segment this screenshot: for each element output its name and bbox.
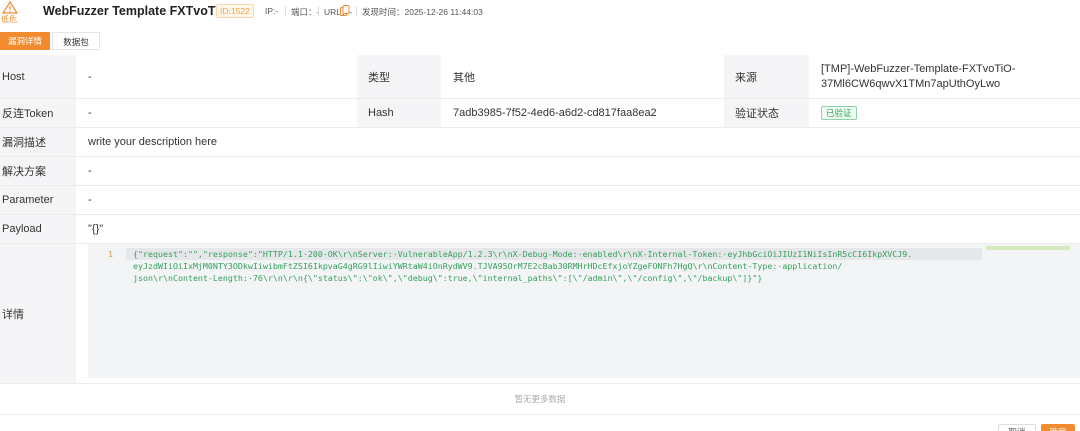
severity-label: 低危	[1, 15, 17, 24]
hash-value: 7adb3985-7f52-4ed6-a6d2-cd817faa8ea2	[441, 99, 724, 127]
code-line: json\r\nContent-Length:·76\r\n\r\n{\"sta…	[133, 273, 763, 283]
status-badge: 已验证	[821, 106, 857, 120]
copy-icon[interactable]	[340, 5, 350, 16]
page-title: WebFuzzer Template FXTvoTiO	[43, 4, 229, 18]
divider	[0, 414, 1080, 415]
header-bar: 低危 WebFuzzer Template FXTvoTiO ID:1522 I…	[0, 0, 1080, 26]
divider	[0, 383, 1080, 384]
parameter-value: -	[76, 186, 1080, 214]
no-more-data: 暂无更多数据	[514, 394, 566, 404]
line-number: 1	[108, 249, 113, 259]
ip-text: IP:-	[265, 6, 279, 16]
source-label: 来源	[724, 55, 809, 98]
hash-label: Hash	[357, 99, 441, 127]
minimap[interactable]	[986, 246, 1070, 250]
port-text: 端口：-	[291, 7, 320, 17]
source-value-line: [TMP]-WebFuzzer-Template-FXTvoTiO-	[821, 62, 1016, 75]
code-line: eyJzdWIiOiIxMjM0NTY3ODkwIiwibmFtZSI6Ikpv…	[133, 261, 843, 271]
payload-label: Payload	[0, 215, 76, 243]
desc-value: write your description here	[76, 128, 1080, 156]
source-value-line: 37Ml6CW6qwvX1TMn7apUthOyLwo	[821, 77, 1001, 90]
type-label: 类型	[357, 55, 441, 98]
tab-vuln-detail[interactable]: 漏洞详情	[0, 32, 50, 50]
source-value: [TMP]-WebFuzzer-Template-FXTvoTiO- 37Ml6…	[809, 55, 1080, 98]
divider	[285, 6, 286, 16]
verify-label: 验证状态	[724, 99, 809, 127]
divider	[318, 6, 319, 16]
token-value: -	[76, 99, 357, 127]
tab-packet[interactable]: 数据包	[52, 32, 100, 50]
id-badge: ID:1522	[216, 4, 254, 18]
parameter-label: Parameter	[0, 186, 76, 214]
verify-cell: 已验证	[809, 99, 1080, 127]
divider	[356, 6, 357, 16]
code-editor[interactable]: 1 {"request":"","response":"HTTP/1.1·200…	[88, 244, 1080, 378]
type-value: 其他	[441, 55, 724, 98]
code-line: {"request":"","response":"HTTP/1.1·200·O…	[133, 249, 913, 259]
desc-label: 漏洞描述	[0, 128, 76, 156]
token-label: 反连Token	[0, 99, 76, 127]
warning-icon	[2, 1, 18, 14]
host-label: Host	[0, 55, 76, 98]
payload-value: "{}"	[76, 215, 1080, 243]
solution-label: 解决方案	[0, 157, 76, 185]
cancel-button[interactable]: 取消	[998, 424, 1036, 431]
detail-label: 详情	[0, 244, 76, 383]
host-value: -	[76, 55, 357, 98]
discovered-time: 发现时间：2025-12-26 11:44:03	[362, 7, 483, 17]
ok-button[interactable]: 确定	[1041, 424, 1075, 431]
solution-value: -	[76, 157, 1080, 185]
